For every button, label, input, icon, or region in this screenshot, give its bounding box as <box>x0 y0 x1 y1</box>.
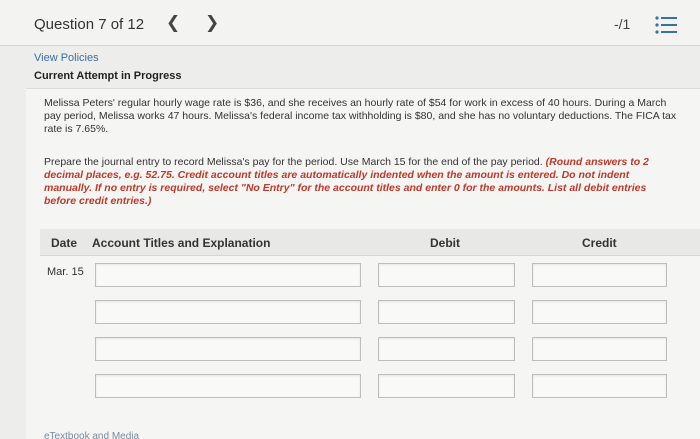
header-credit: Credit <box>582 236 617 250</box>
list-icon[interactable] <box>654 15 678 35</box>
question-counter: Question 7 of 12 <box>34 16 145 33</box>
account-title-input-1[interactable] <box>95 263 361 287</box>
account-title-input-3[interactable] <box>95 337 361 361</box>
credit-input-4[interactable] <box>532 374 667 398</box>
etextbook-link[interactable]: eTextbook and Media <box>44 431 139 439</box>
instructions: Prepare the journal entry to record Meli… <box>44 156 680 208</box>
entry-date: Mar. 15 <box>47 266 84 278</box>
account-title-input-4[interactable] <box>95 374 361 398</box>
debit-input-1[interactable] <box>378 263 515 287</box>
chevron-left-icon[interactable]: ❮ <box>166 13 180 33</box>
account-title-input-2[interactable] <box>95 300 361 324</box>
credit-input-1[interactable] <box>532 263 667 287</box>
credit-input-2[interactable] <box>532 300 667 324</box>
header-debit: Debit <box>430 236 460 250</box>
credit-input-3[interactable] <box>532 337 667 361</box>
instruction-plain: Prepare the journal entry to record Meli… <box>44 156 546 168</box>
attempt-status: Current Attempt in Progress <box>34 70 182 82</box>
debit-input-2[interactable] <box>378 300 515 324</box>
score-display: -/1 <box>614 16 631 32</box>
problem-text: Melissa Peters' regular hourly wage rate… <box>44 97 677 135</box>
chevron-right-icon[interactable]: ❯ <box>205 13 219 33</box>
header-account: Account Titles and Explanation <box>92 236 271 250</box>
view-policies-link[interactable]: View Policies <box>34 52 99 64</box>
header-date: Date <box>51 236 78 250</box>
debit-input-4[interactable] <box>378 374 515 398</box>
debit-input-3[interactable] <box>378 337 515 361</box>
